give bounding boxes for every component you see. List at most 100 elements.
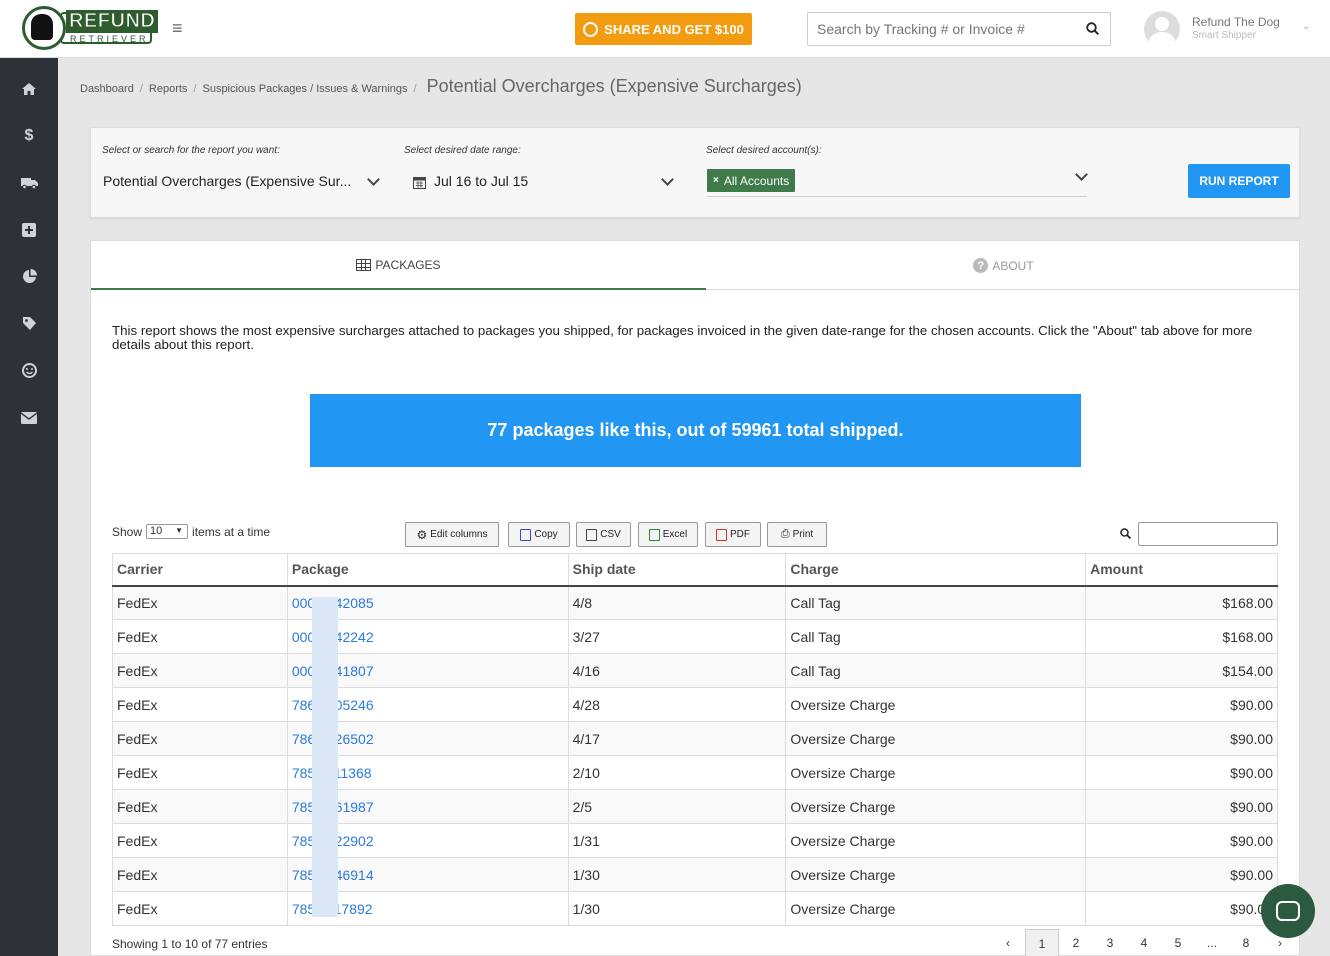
chat-launcher-button[interactable] — [1261, 884, 1315, 938]
table-search-input[interactable] — [1138, 522, 1278, 546]
packages-table: Carrier Package Ship date Charge Amount … — [112, 553, 1278, 926]
pie-chart-icon[interactable] — [0, 253, 58, 299]
chevron-down-icon[interactable] — [367, 173, 380, 186]
excel-button[interactable]: Excel — [638, 522, 698, 547]
user-name: Refund The Dog — [1192, 15, 1280, 29]
report-select[interactable]: Potential Overcharges (Expensive Sur... — [103, 173, 351, 189]
show-label: Show — [112, 524, 143, 539]
carrier-cell: FedEx — [112, 857, 288, 892]
run-report-button[interactable]: RUN REPORT — [1188, 164, 1290, 198]
carrier-cell: FedEx — [112, 585, 288, 620]
page-link[interactable]: 1 — [1025, 929, 1059, 956]
smile-icon[interactable] — [0, 347, 58, 393]
table-row: FedEx 785 5061987 2/5 Oversize Charge $90.00 — [112, 789, 1278, 824]
edit-columns-button[interactable]: ⚙ Edit columns — [405, 522, 499, 547]
table-row: FedEx 786 9605246 4/28 Oversize Charge $90.0… — [112, 687, 1278, 722]
tracking-search-input[interactable] — [808, 13, 1068, 45]
search-icon[interactable] — [1086, 22, 1099, 35]
tracking-search — [807, 12, 1111, 46]
carrier-cell: FedEx — [112, 653, 288, 688]
page-size-select[interactable]: 10 ▼ — [146, 524, 189, 539]
envelope-icon[interactable] — [0, 395, 58, 441]
copy-button[interactable]: Copy — [508, 522, 570, 547]
tab-packages-label: PACKAGES — [375, 257, 441, 272]
column-header-package[interactable]: Package — [286, 553, 569, 587]
carrier-cell: FedEx — [112, 891, 288, 926]
breadcrumb-separator: / — [139, 83, 143, 95]
remove-tag-icon[interactable]: × — [713, 175, 719, 186]
table-row: FedEx 786 9926502 4/17 Oversize Charge $90.0… — [112, 721, 1278, 756]
carrier-cell: FedEx — [112, 721, 288, 756]
csv-button[interactable]: CSV — [576, 522, 631, 547]
date-range-select[interactable]: Jul 16 to Jul 15 — [434, 173, 528, 189]
tab-about[interactable]: ? ABOUT — [706, 241, 1301, 290]
column-header-carrier[interactable]: Carrier — [112, 553, 288, 587]
amount-cell: $90.00 — [1085, 789, 1278, 824]
page-ellipsis: ... — [1206, 936, 1217, 950]
amount-cell: $90.00 — [1085, 891, 1278, 926]
edit-columns-label: Edit columns — [430, 529, 488, 540]
tag-icon[interactable] — [0, 300, 58, 346]
chevron-down-icon[interactable] — [661, 173, 674, 186]
prev-page-button[interactable]: ‹ — [991, 929, 1025, 956]
tab-packages[interactable]: PACKAGES — [91, 241, 706, 290]
page-link[interactable]: 2 — [1059, 929, 1093, 956]
page-link[interactable]: 5 — [1161, 929, 1195, 956]
breadcrumb-suspicious-packages[interactable]: Suspicious Packages / Issues & Warnings — [202, 83, 407, 95]
page-size-value: 10 — [150, 525, 163, 537]
excel-file-icon — [648, 528, 660, 541]
home-icon[interactable] — [0, 66, 58, 112]
package-count-banner: 77 packages like this, out of 59961 tota… — [310, 394, 1081, 467]
amount-cell: $90.00 — [1085, 687, 1278, 722]
gear-icon: ⚙ — [416, 527, 428, 542]
truck-icon[interactable] — [0, 160, 58, 206]
amount-cell: $90.00 — [1085, 823, 1278, 858]
redaction-overlay — [312, 597, 338, 917]
table-row: FedEx 785 9146914 1/30 Oversize Charge $90.0… — [112, 857, 1278, 892]
amount-cell: $168.00 — [1085, 619, 1278, 654]
pdf-file-icon — [716, 528, 727, 541]
table-row: FedEx 785 2111368 2/10 Oversize Charge $90.0… — [112, 755, 1278, 790]
tab-about-label: ABOUT — [992, 258, 1034, 273]
ship-date-cell: 4/8 — [567, 585, 786, 620]
breadcrumb-reports[interactable]: Reports — [149, 83, 188, 95]
excel-label: Excel — [662, 529, 688, 540]
print-button[interactable]: ⎙ Print — [767, 522, 827, 547]
ship-date-cell: 2/10 — [567, 755, 786, 790]
column-header-ship-date[interactable]: Ship date — [567, 553, 786, 587]
breadcrumb-dashboard[interactable]: Dashboard — [80, 83, 134, 95]
charge-cell: Oversize Charge — [785, 789, 1086, 824]
report-tabs: PACKAGES ? ABOUT — [91, 241, 1301, 290]
account-select-underline — [707, 196, 1087, 197]
refund-retriever-logo[interactable]: REFUND RETRIEVER — [22, 6, 159, 50]
table-row: FedEx 000 1241807 4/16 Call Tag $154.00 — [112, 653, 1278, 688]
hamburger-menu-icon[interactable]: ≡ — [172, 18, 183, 39]
page-title: Potential Overcharges (Expensive Surchar… — [426, 76, 802, 96]
pdf-button[interactable]: PDF — [705, 522, 761, 547]
amount-cell: $90.00 — [1085, 755, 1278, 790]
amount-cell: $154.00 — [1085, 653, 1278, 688]
column-header-charge[interactable]: Charge — [785, 553, 1086, 587]
carrier-cell: FedEx — [112, 823, 288, 858]
logo-text-bottom: RETRIEVER — [70, 34, 149, 44]
column-header-amount[interactable]: Amount — [1085, 553, 1278, 587]
copy-label: Copy — [534, 529, 558, 540]
charge-cell: Oversize Charge — [785, 721, 1086, 756]
carrier-cell: FedEx — [112, 619, 288, 654]
print-icon: ⎙ — [780, 528, 790, 540]
user-menu[interactable]: Refund The Dog Smart Shipper ⌄ — [1144, 11, 1314, 47]
share-button[interactable]: SHARE AND GET $100 — [575, 13, 752, 45]
charge-cell: Call Tag — [785, 585, 1086, 620]
date-range-label: Select desired date range: — [404, 145, 521, 156]
page-link[interactable]: 8 — [1229, 929, 1263, 956]
page-link[interactable]: 4 — [1127, 929, 1161, 956]
table-row: FedEx 000 0542085 4/8 Call Tag $168.00 — [112, 585, 1278, 620]
chevron-down-icon[interactable] — [1075, 168, 1088, 181]
account-select-label: Select desired account(s): — [706, 145, 822, 156]
plus-square-icon[interactable] — [0, 207, 58, 253]
amount-cell: $90.00 — [1085, 721, 1278, 756]
page-link[interactable]: 3 — [1093, 929, 1127, 956]
charge-cell: Oversize Charge — [785, 755, 1086, 790]
dollar-icon[interactable]: $ — [0, 113, 58, 159]
table-row: FedEx 785 9117892 1/30 Oversize Charge $90.0… — [112, 891, 1278, 926]
